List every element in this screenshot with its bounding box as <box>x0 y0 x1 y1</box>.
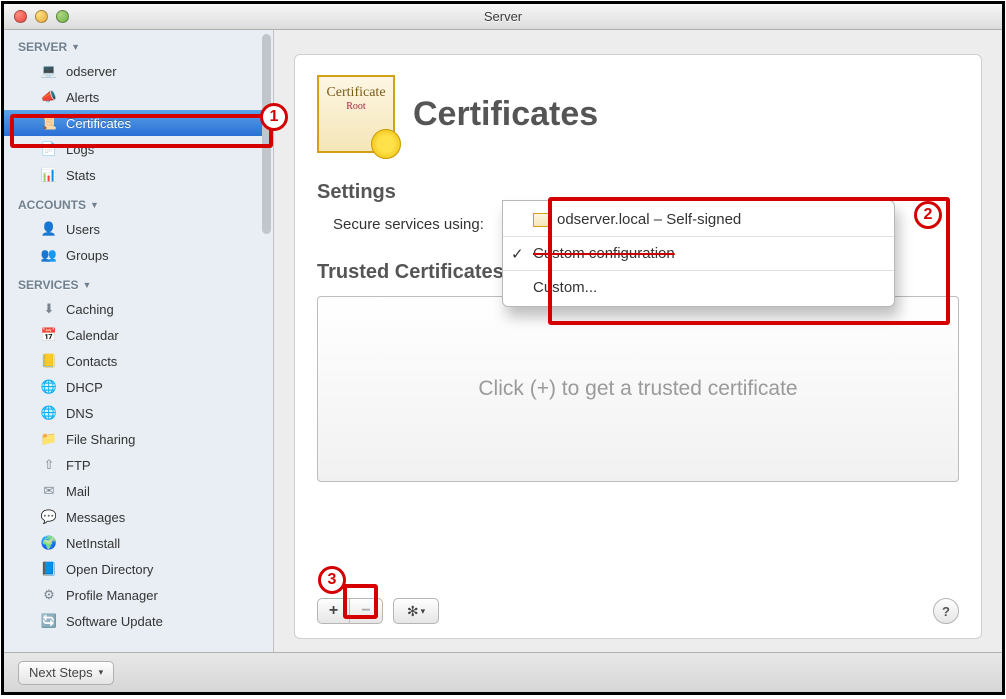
logs-icon: 📄 <box>40 140 58 158</box>
sidebar-item-label: odserver <box>66 64 117 79</box>
sidebar-item-logs[interactable]: 📄 Logs <box>4 136 273 162</box>
sidebar-item-dns[interactable]: 🌐 DNS <box>4 400 273 426</box>
sidebar-item-label: NetInstall <box>66 536 120 551</box>
sidebar-item-open-directory[interactable]: 📘 Open Directory <box>4 556 273 582</box>
dropdown-item-custom-config[interactable]: ✓ Custom configuration <box>503 239 894 268</box>
add-button[interactable]: + <box>318 599 350 623</box>
profile-manager-icon: ⚙ <box>40 586 58 604</box>
sidebar-item-profile-manager[interactable]: ⚙ Profile Manager <box>4 582 273 608</box>
dropdown-item-selfsigned[interactable]: odserver.local – Self-signed <box>503 205 894 234</box>
next-steps-button[interactable]: Next Steps ▾ <box>18 661 114 685</box>
sidebar-item-stats[interactable]: 📊 Stats <box>4 162 273 188</box>
trusted-certificates-list[interactable]: Click (+) to get a trusted certificate <box>317 296 959 482</box>
content-card: Certificate Root Certificates Settings S… <box>294 54 982 639</box>
sidebar-item-groups[interactable]: 👥 Groups <box>4 242 273 268</box>
bottom-bar: Next Steps ▾ <box>4 652 1002 692</box>
certificates-icon: 📜 <box>40 114 58 132</box>
secure-services-dropdown: odserver.local – Self-signed ✓ Custom co… <box>502 200 895 307</box>
certificate-mini-icon <box>533 213 551 227</box>
sidebar-item-label: DNS <box>66 406 93 421</box>
sidebar-item-label: Stats <box>66 168 96 183</box>
sidebar-item-odserver[interactable]: 💻 odserver <box>4 58 273 84</box>
odserver-icon: 💻 <box>40 62 58 80</box>
groups-icon: 👥 <box>40 246 58 264</box>
dhcp-icon: 🌐 <box>40 378 58 396</box>
sidebar-item-contacts[interactable]: 📒 Contacts <box>4 348 273 374</box>
sidebar-item-calendar[interactable]: 📅 Calendar <box>4 322 273 348</box>
chevron-down-icon: ▾ <box>99 667 104 678</box>
sidebar-item-users[interactable]: 👤 Users <box>4 216 273 242</box>
add-remove-group: + − <box>317 598 383 624</box>
sidebar-item-label: Caching <box>66 302 114 317</box>
sidebar-item-label: Users <box>66 222 100 237</box>
sidebar-item-label: Certificates <box>66 116 131 131</box>
calendar-icon: 📅 <box>40 326 58 344</box>
caching-icon: ⬇ <box>40 300 58 318</box>
contacts-icon: 📒 <box>40 352 58 370</box>
certificate-icon: Certificate Root <box>317 75 395 153</box>
sidebar-heading[interactable]: SERVER▼ <box>4 36 273 58</box>
sidebar-item-label: Open Directory <box>66 562 153 577</box>
content-pane: Certificate Root Certificates Settings S… <box>274 30 1002 652</box>
chevron-down-icon: ▼ <box>90 200 99 210</box>
sidebar-item-certificates[interactable]: 📜 Certificates <box>4 110 273 136</box>
chevron-down-icon: ▼ <box>82 280 91 290</box>
dropdown-item-custom[interactable]: Custom... <box>503 273 894 302</box>
stats-icon: 📊 <box>40 166 58 184</box>
sidebar-item-label: Software Update <box>66 614 163 629</box>
users-icon: 👤 <box>40 220 58 238</box>
remove-button[interactable]: − <box>350 599 382 623</box>
chevron-down-icon: ▼ <box>71 42 80 52</box>
sidebar-item-label: Calendar <box>66 328 119 343</box>
sidebar-item-label: Alerts <box>66 90 99 105</box>
sidebar-item-netinstall[interactable]: 🌍 NetInstall <box>4 530 273 556</box>
sidebar-heading[interactable]: ACCOUNTS▼ <box>4 194 273 216</box>
sidebar-item-label: DHCP <box>66 380 103 395</box>
sidebar-item-caching[interactable]: ⬇ Caching <box>4 296 273 322</box>
file-sharing-icon: 📁 <box>40 430 58 448</box>
sidebar-item-alerts[interactable]: 📣 Alerts <box>4 84 273 110</box>
sidebar-item-label: Mail <box>66 484 90 499</box>
chevron-down-icon: ▾ <box>421 606 426 617</box>
netinstall-icon: 🌍 <box>40 534 58 552</box>
help-button[interactable]: ? <box>933 598 959 624</box>
sidebar-item-label: Logs <box>66 142 94 157</box>
open-directory-icon: 📘 <box>40 560 58 578</box>
action-menu-button[interactable]: ✻ ▾ <box>393 598 439 624</box>
mail-icon: ✉ <box>40 482 58 500</box>
page-title: Certificates <box>413 95 598 134</box>
sidebar-item-label: File Sharing <box>66 432 135 447</box>
sidebar-item-messages[interactable]: 💬 Messages <box>4 504 273 530</box>
sidebar-item-mail[interactable]: ✉ Mail <box>4 478 273 504</box>
check-icon: ✓ <box>511 245 524 263</box>
dns-icon: 🌐 <box>40 404 58 422</box>
sidebar-item-software-update[interactable]: 🔄 Software Update <box>4 608 273 634</box>
sidebar-item-label: FTP <box>66 458 91 473</box>
sidebar-item-file-sharing[interactable]: 📁 File Sharing <box>4 426 273 452</box>
sidebar-item-ftp[interactable]: ⇧ FTP <box>4 452 273 478</box>
sidebar: SERVER▼ 💻 odserver 📣 Alerts 📜 Certificates 📄 Log… <box>4 30 274 652</box>
sidebar-item-label: Messages <box>66 510 125 525</box>
messages-icon: 💬 <box>40 508 58 526</box>
sidebar-scrollbar[interactable] <box>262 34 271 234</box>
sidebar-item-label: Contacts <box>66 354 117 369</box>
ftp-icon: ⇧ <box>40 456 58 474</box>
seal-icon <box>371 129 401 159</box>
window-title: Server <box>4 9 1002 24</box>
gear-icon: ✻ <box>407 603 419 620</box>
titlebar: Server <box>4 4 1002 30</box>
sidebar-item-label: Groups <box>66 248 109 263</box>
placeholder-text: Click (+) to get a trusted certificate <box>478 377 797 401</box>
sidebar-heading[interactable]: SERVICES▼ <box>4 274 273 296</box>
software-update-icon: 🔄 <box>40 612 58 630</box>
sidebar-item-dhcp[interactable]: 🌐 DHCP <box>4 374 273 400</box>
sidebar-item-label: Profile Manager <box>66 588 158 603</box>
alerts-icon: 📣 <box>40 88 58 106</box>
